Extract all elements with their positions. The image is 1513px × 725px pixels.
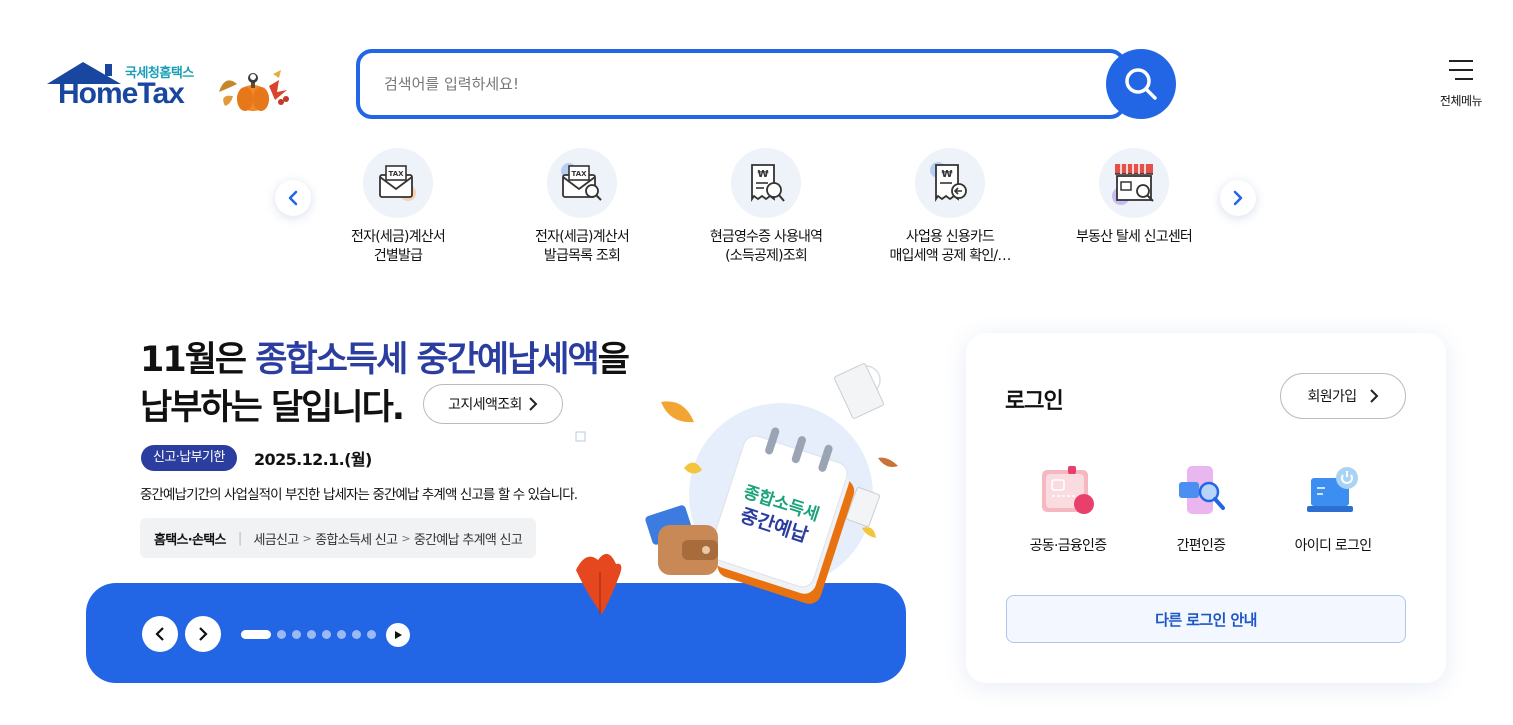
banner-title-highlight: 종합소득세 중간예납세액 — [255, 340, 599, 380]
login-option-label: 공동·금융인증 — [1029, 538, 1108, 554]
path-arrow-icon: > — [302, 531, 312, 545]
quick-menu-label: 현금영수증 사용내역 (소득공제)조회 — [709, 229, 823, 264]
quick-menu-item[interactable]: ₩ 현금영수증 사용내역 (소득공제)조회 — [676, 148, 856, 266]
login-card: 로그인 회원가입 공동·금융인증 간편인증 아이디 로그인 다른 로그인 안내 — [966, 333, 1446, 683]
quick-menu-next-button[interactable] — [1220, 180, 1256, 216]
deadline-badge: 신고·납부기한 — [141, 445, 237, 471]
business-card-receipt-icon: ₩ — [915, 148, 985, 218]
menu-path-site: 홈택스·손택스 — [154, 532, 227, 548]
quick-menu-label: 부동산 탈세 신고센터 — [1075, 229, 1193, 245]
pagination-dot[interactable] — [241, 630, 271, 639]
logo-wordmark: HomeTax — [58, 77, 185, 110]
chevron-left-icon — [155, 627, 164, 641]
pagination-dot[interactable] — [307, 630, 316, 639]
banner-play-button[interactable] — [386, 623, 410, 647]
login-option-simple-auth[interactable]: 간편인증 — [1136, 463, 1266, 555]
login-option-certificate[interactable]: 공동·금융인증 — [1003, 463, 1133, 555]
hometax-logo[interactable]: 국세청홈택스 HomeTax — [45, 58, 295, 118]
pagination-dot[interactable] — [322, 630, 331, 639]
search-input[interactable] — [384, 71, 1064, 97]
laptop-power-icon — [1301, 463, 1365, 519]
pagination-dot[interactable] — [337, 630, 346, 639]
banner-next-button[interactable] — [185, 616, 221, 652]
login-option-label: 아이디 로그인 — [1294, 538, 1373, 554]
pagination-dot[interactable] — [292, 630, 301, 639]
chevron-right-icon — [529, 397, 538, 411]
chevron-right-icon — [199, 627, 208, 641]
quick-menu-item[interactable]: TAX 전자(세금)계산서 건별발급 — [308, 148, 488, 266]
autumn-pumpkin-icon — [219, 70, 289, 111]
pagination-dot[interactable] — [367, 630, 376, 639]
notice-tax-inquiry-label: 고지세액조회 — [448, 397, 522, 413]
pagination-dot[interactable] — [352, 630, 361, 639]
all-menu-button[interactable]: 전체메뉴 — [1430, 58, 1492, 109]
login-option-label: 간편인증 — [1176, 538, 1226, 554]
quick-menu-item[interactable]: ₩ 사업용 신용카드 매입세액 공제 확인/… — [860, 148, 1040, 266]
calendar-wallet-illustration: 종합소득세 중간예납 — [575, 363, 898, 614]
quick-menu-prev-button[interactable] — [275, 180, 311, 216]
quick-menu-label: 전자(세금)계산서 건별발급 — [351, 229, 446, 264]
deadline-date: 2025.12.1.(월) — [254, 450, 372, 469]
search-box — [356, 49, 1126, 119]
login-option-id[interactable]: 아이디 로그인 — [1268, 463, 1398, 555]
other-login-info-button[interactable]: 다른 로그인 안내 — [1006, 595, 1406, 643]
all-menu-label: 전체메뉴 — [1439, 94, 1483, 108]
search-button[interactable] — [1106, 49, 1176, 119]
menu-path: 홈택스·손택스 | 세금신고 > 종합소득세 신고 > 중간예납 추계액 신고 — [140, 518, 537, 558]
certificate-card-icon — [1036, 463, 1100, 519]
path-divider: | — [237, 530, 242, 546]
svg-text:₩: ₩ — [941, 169, 952, 180]
svg-text:₩: ₩ — [757, 169, 768, 180]
hamburger-icon — [1449, 60, 1473, 80]
path-arrow-icon: > — [401, 531, 410, 545]
menu-path-step[interactable]: 중간예납 추계액 신고 — [414, 529, 523, 548]
sign-up-label: 회원가입 — [1307, 389, 1357, 405]
cash-receipt-search-icon: ₩ — [731, 148, 801, 218]
chevron-right-icon — [1233, 190, 1243, 206]
svg-text:TAX: TAX — [388, 170, 404, 178]
search-icon — [1125, 68, 1157, 100]
chevron-left-icon — [288, 190, 298, 206]
tax-invoice-search-icon: TAX — [547, 148, 617, 218]
quick-menu-item[interactable]: 부동산 탈세 신고센터 — [1044, 148, 1224, 247]
chevron-right-icon — [1369, 389, 1378, 403]
quick-menu-label: 사업용 신용카드 매입세액 공제 확인/… — [889, 229, 1011, 264]
pagination-dot[interactable] — [277, 630, 286, 639]
quick-menu-label: 전자(세금)계산서 발급목록 조회 — [535, 229, 630, 264]
menu-path-step[interactable]: 세금신고 — [254, 529, 300, 548]
banner-prev-button[interactable] — [142, 616, 178, 652]
login-title: 로그인 — [1005, 389, 1064, 414]
play-icon — [395, 631, 402, 639]
notice-tax-inquiry-button[interactable]: 고지세액조회 — [423, 384, 563, 424]
storefront-search-icon — [1099, 148, 1169, 218]
quick-menu-item[interactable]: TAX 전자(세금)계산서 발급목록 조회 — [492, 148, 672, 266]
menu-path-step[interactable]: 종합소득세 신고 — [315, 529, 398, 548]
tax-invoice-envelope-icon: TAX — [363, 148, 433, 218]
phone-search-icon — [1169, 463, 1233, 519]
banner-title-pre: 11월은 — [140, 340, 256, 380]
svg-text:TAX: TAX — [571, 170, 587, 178]
sign-up-button[interactable]: 회원가입 — [1280, 373, 1406, 419]
banner-description: 중간예납기간의 사업실적이 부진한 납세자는 중간예납 추계액 신고를 할 수 … — [140, 487, 578, 503]
